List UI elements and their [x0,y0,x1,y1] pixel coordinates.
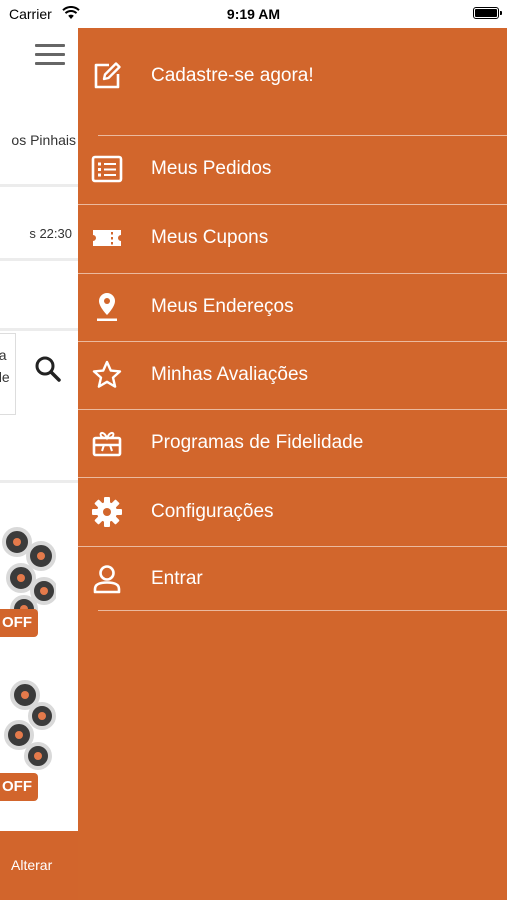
battery-icon [473,7,502,19]
user-icon [90,562,124,596]
menu-item-programas-fidelidade[interactable]: Programas de Fidelidade [78,409,507,477]
product-card[interactable]: OFF [0,656,56,806]
menu-item-label: Configurações [151,501,274,522]
divider [98,610,507,611]
menu-item-meus-enderecos[interactable]: Meus Endereços [78,273,507,341]
background-app[interactable]: os Pinhais s 22:30 na ide OFF OFF [0,28,78,900]
star-icon [90,358,124,392]
order-list-icon [90,152,124,186]
divider [0,480,78,483]
menu-item-meus-cupons[interactable]: Meus Cupons [78,204,507,272]
divider [0,184,78,187]
clock: 9:19 AM [226,6,281,22]
change-address-bar[interactable]: Alterar [0,831,78,900]
edit-icon [90,59,124,93]
menu-item-label: Meus Pedidos [151,158,272,179]
map-pin-icon [90,290,124,324]
signup-label: Cadastre-se agora! [151,65,314,86]
search-button[interactable] [18,333,76,403]
ticket-icon [90,221,124,255]
product-image [0,676,56,786]
address-text: os Pinhais [11,132,76,148]
opening-hours-text: s 22:30 [29,226,72,241]
menu-item-label: Entrar [151,568,203,589]
menu-item-label: Meus Endereços [151,296,294,317]
product-card[interactable]: OFF [0,488,56,638]
gift-icon [90,426,124,460]
gear-icon [90,495,124,529]
menu-icon[interactable] [35,44,65,71]
divider [0,258,78,261]
menu-item-minhas-avaliacoes[interactable]: Minhas Avaliações [78,341,507,409]
side-drawer: Cadastre-se agora! Meus Pedidos Meus Cup… [78,28,507,900]
menu-item-meus-pedidos[interactable]: Meus Pedidos [78,135,507,203]
search-input-text: na [0,344,15,366]
discount-badge: OFF [0,609,38,637]
menu-item-label: Programas de Fidelidade [151,432,364,453]
search-input[interactable]: na ide [0,333,16,415]
search-icon [35,356,61,382]
status-bar: Carrier 9:19 AM [0,0,507,28]
divider [0,328,78,331]
menu-item-configuracoes[interactable]: Configurações [78,478,507,546]
menu-item-label: Minhas Avaliações [151,364,309,385]
menu-item-label: Meus Cupons [151,227,269,248]
menu-item-entrar[interactable]: Entrar [78,545,507,613]
menu-item-signup[interactable]: Cadastre-se agora! [78,42,507,110]
discount-badge: OFF [0,773,38,801]
search-input-text: ide [0,369,10,385]
change-button[interactable]: Alterar [11,857,52,873]
